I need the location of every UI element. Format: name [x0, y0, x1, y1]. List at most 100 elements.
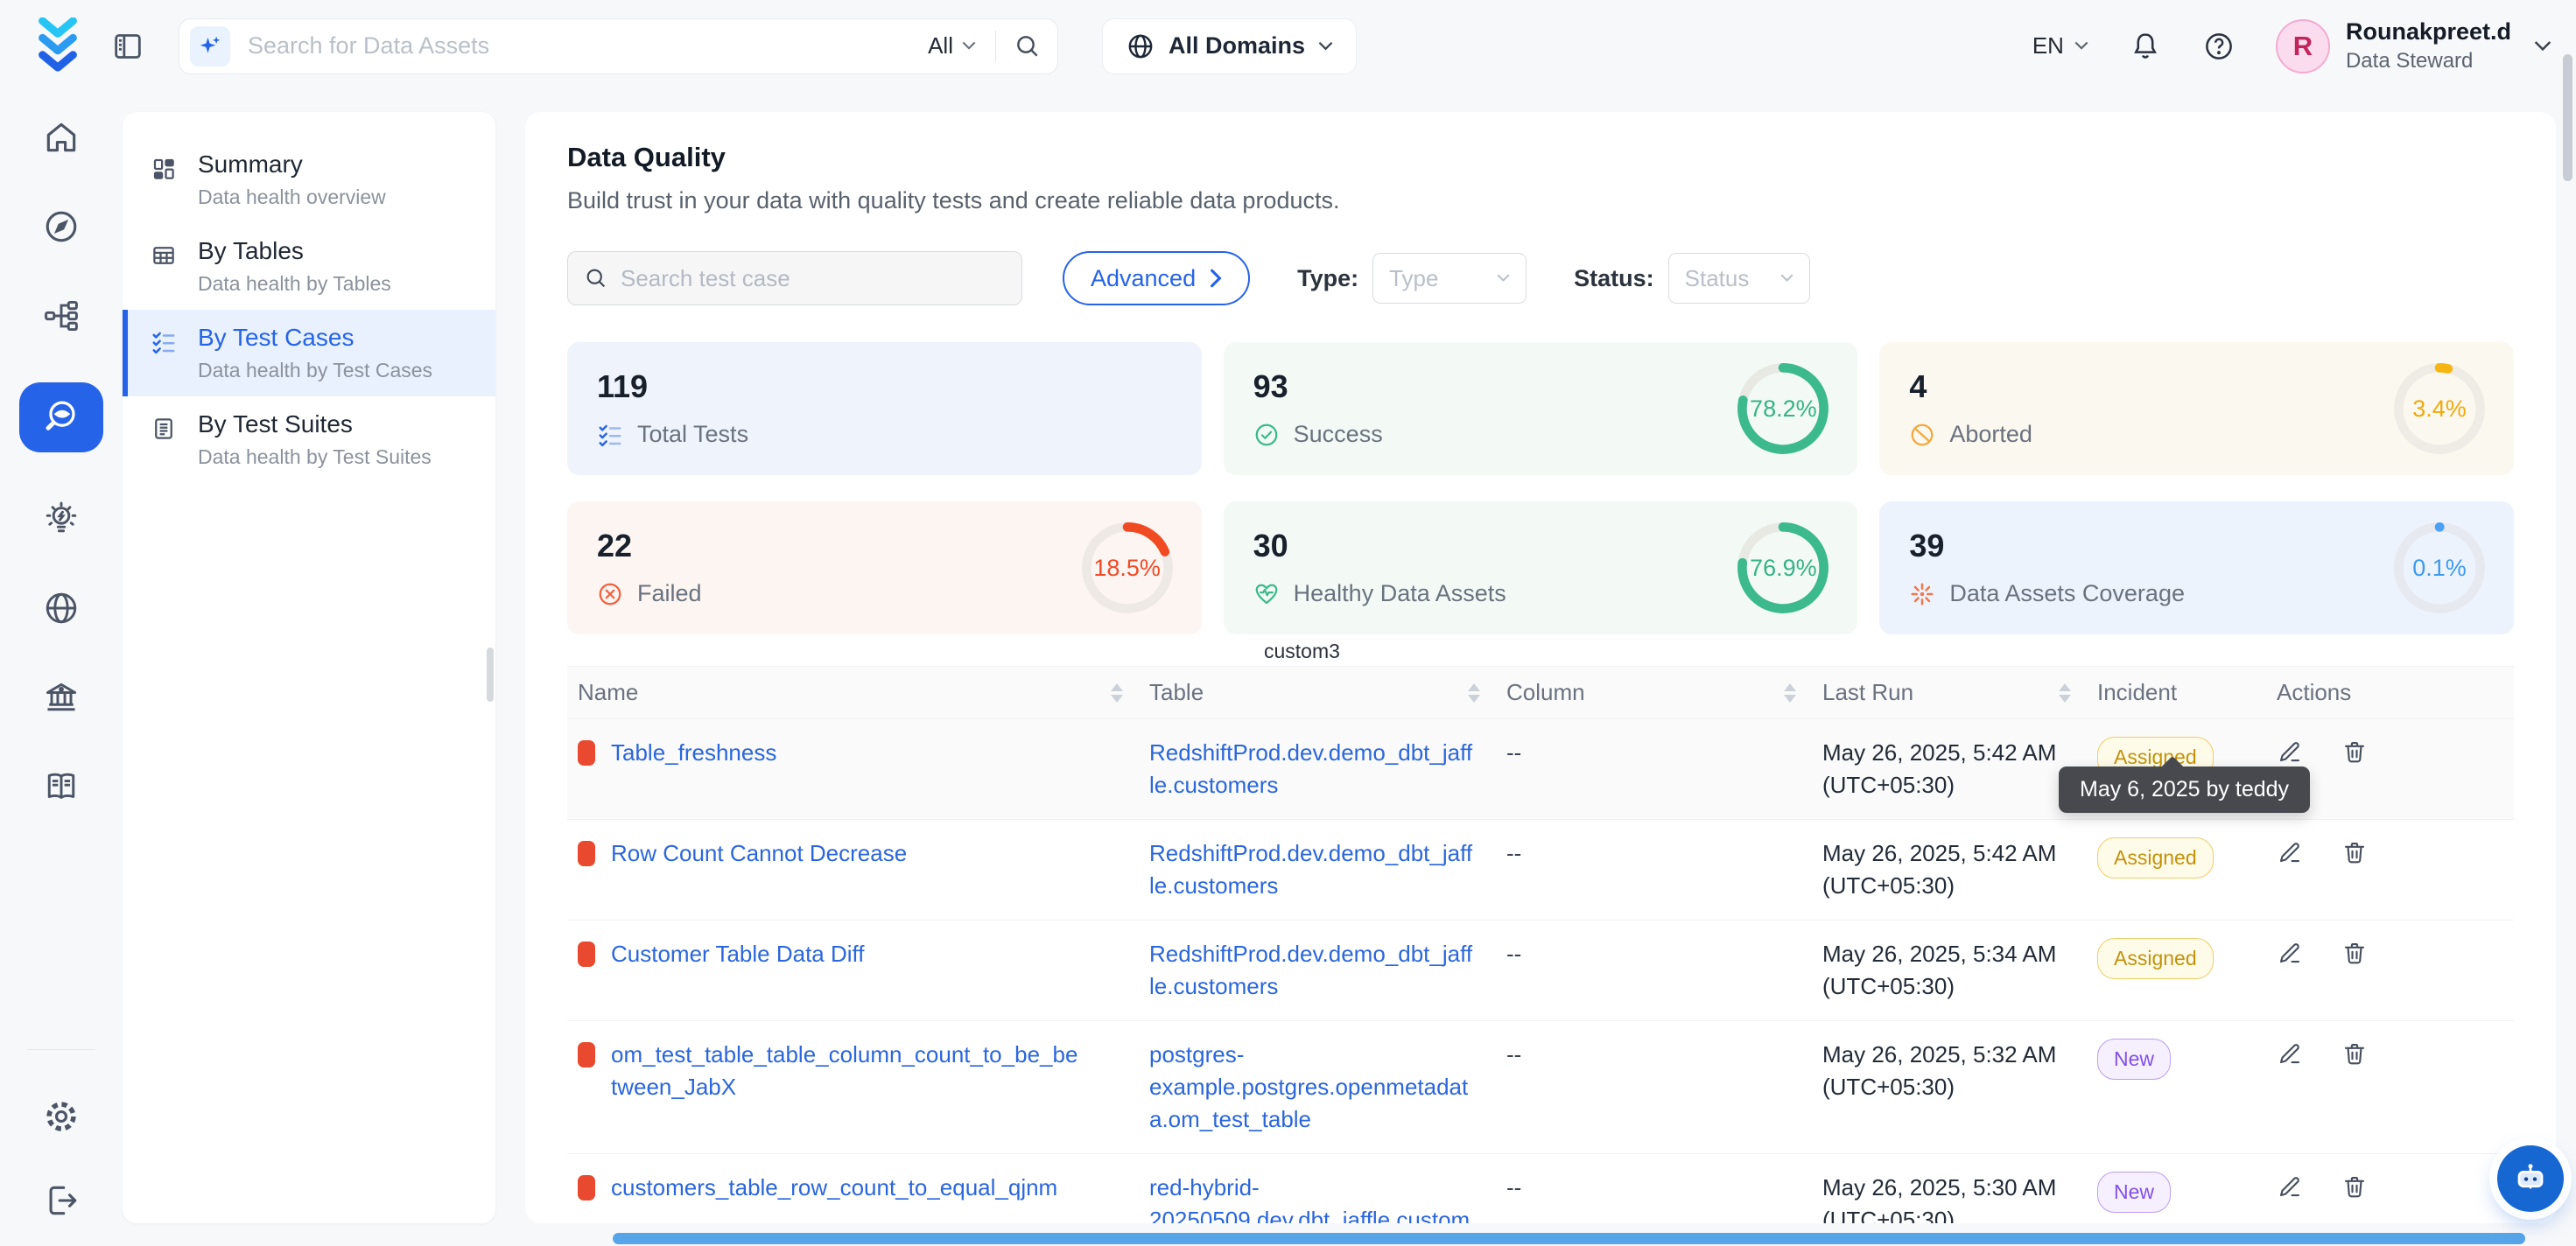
edit-button[interactable] — [2277, 839, 2303, 902]
open-book-icon — [42, 767, 81, 806]
incident-badge[interactable]: Assigned — [2097, 837, 2214, 878]
column-value: -- — [1496, 1021, 1812, 1153]
openmetadata-logo[interactable] — [26, 18, 89, 75]
sidebar-item-observability[interactable] — [19, 382, 103, 452]
delete-button[interactable] — [2341, 738, 2368, 802]
sort-button-table[interactable] — [1468, 683, 1480, 703]
table-link[interactable]: postgres-example.postgres.openmetadata.o… — [1149, 1039, 1477, 1136]
failed-status-chip — [578, 1175, 595, 1200]
chatbot-button[interactable] — [2497, 1145, 2564, 1212]
sort-button-name[interactable] — [1111, 683, 1123, 703]
user-menu-chevron[interactable] — [2534, 40, 2551, 52]
trash-icon — [2341, 940, 2368, 966]
table-row: customers_table_row_count_to_equal_qjnm … — [567, 1154, 2514, 1223]
notifications-button[interactable] — [2129, 30, 2162, 63]
incident-badge[interactable]: Assigned — [2097, 938, 2214, 979]
status-filter-select[interactable]: Status — [1668, 253, 1810, 304]
filter-bar: Advanced Type: Type Status: Status — [567, 251, 2514, 305]
sidebar-item-home[interactable] — [19, 115, 103, 160]
window-scrollbar[interactable] — [2563, 54, 2572, 181]
panel-scrollbar[interactable] — [487, 648, 494, 702]
slash-circle-icon — [1909, 422, 1935, 448]
sidebar-item-governance[interactable] — [19, 675, 103, 720]
sidebar-item-domains[interactable] — [19, 585, 103, 631]
divider — [995, 31, 996, 62]
incident-badge[interactable]: New — [2097, 1172, 2171, 1213]
table-row: om_test_table_table_column_count_to_be_b… — [567, 1021, 2514, 1154]
ai-sparkle-icon[interactable] — [190, 26, 230, 66]
nav-item-subtitle: Data health overview — [198, 186, 386, 209]
sidebar-item-glossary[interactable] — [19, 764, 103, 809]
table-link[interactable]: RedshiftProd.dev.demo_dbt_jaffle.custome… — [1149, 938, 1477, 1003]
sort-button-column[interactable] — [1784, 683, 1796, 703]
language-dropdown[interactable]: EN — [2032, 32, 2088, 60]
user-menu[interactable]: Rounakpreet.d Data Steward — [2346, 18, 2511, 74]
ring-percent: 78.2% — [1737, 362, 1829, 455]
table-link[interactable]: RedshiftProd.dev.demo_dbt_jaffle.custome… — [1149, 737, 1477, 802]
sidebar-item-logout[interactable] — [19, 1178, 103, 1223]
sidebar-item-explore[interactable] — [19, 204, 103, 249]
question-circle-icon — [2202, 30, 2236, 63]
avatar[interactable]: R — [2276, 19, 2330, 74]
horizontal-scrollbar[interactable] — [613, 1233, 2525, 1244]
table-link[interactable]: RedshiftProd.dev.demo_dbt_jaffle.custome… — [1149, 837, 1477, 902]
trash-icon — [2341, 1173, 2368, 1200]
domains-dropdown[interactable]: All Domains — [1102, 18, 1357, 74]
edit-button[interactable] — [2277, 940, 2303, 1003]
help-button[interactable] — [2202, 30, 2236, 63]
nav-item-by-test-suites[interactable]: By Test Suites Data health by Test Suite… — [123, 396, 495, 483]
card-aborted: 4 Aborted 3.4% — [1879, 342, 2514, 475]
last-run-value: May 26, 2025, 5:42 AM (UTC+05:30) — [1812, 820, 2081, 920]
card-data-assets-coverage: 39 Data Assets Coverage 0.1% — [1879, 501, 2514, 634]
test-case-search-input[interactable] — [621, 265, 1006, 292]
pencil-icon — [2277, 839, 2303, 865]
search-scope-value: All — [928, 32, 953, 60]
test-case-link[interactable]: Customer Table Data Diff — [611, 938, 865, 970]
sidebar-item-settings[interactable] — [19, 1094, 103, 1139]
sort-button-last-run[interactable] — [2059, 683, 2071, 703]
nav-item-by-test-cases[interactable]: By Test Cases Data health by Test Cases — [123, 310, 495, 396]
nav-item-summary[interactable]: Summary Data health overview — [123, 136, 495, 223]
search-input[interactable] — [230, 32, 928, 60]
trash-icon — [2341, 839, 2368, 865]
collapse-panel-icon — [110, 29, 145, 64]
edit-button[interactable] — [2277, 1173, 2303, 1223]
table-link[interactable]: red-hybrid-20250509.dev.dbt_jaffle.custo… — [1149, 1172, 1477, 1223]
incident-badge[interactable]: New — [2097, 1039, 2171, 1080]
advanced-filter-button[interactable]: Advanced — [1063, 251, 1250, 305]
card-label-text: Failed — [637, 580, 702, 607]
page-title: Data Quality — [567, 142, 2514, 173]
chevron-right-icon — [1210, 269, 1222, 288]
test-case-link[interactable]: om_test_table_table_column_count_to_be_b… — [611, 1039, 1084, 1103]
x-circle-icon — [597, 581, 623, 607]
card-value: 119 — [597, 368, 1172, 405]
nav-item-subtitle: Data health by Test Suites — [198, 445, 432, 469]
sidebar-item-insights[interactable] — [19, 496, 103, 542]
test-case-link[interactable]: customers_table_row_count_to_equal_qjnm — [611, 1172, 1057, 1204]
delete-button[interactable] — [2341, 1173, 2368, 1223]
type-filter-select[interactable]: Type — [1372, 253, 1527, 304]
delete-button[interactable] — [2341, 839, 2368, 902]
type-filter-label: Type: — [1297, 265, 1358, 292]
quality-search-eye-icon — [41, 397, 81, 438]
search-scope-dropdown[interactable]: All — [928, 32, 995, 60]
sidebar-collapse-button[interactable] — [110, 29, 145, 64]
column-header-table: Table — [1149, 679, 1204, 706]
table-row: Row Count Cannot Decrease RedshiftProd.d… — [567, 820, 2514, 920]
checklist-icon — [597, 422, 623, 448]
ring-percent: 76.9% — [1737, 522, 1829, 614]
column-header-last-run: Last Run — [1822, 679, 1913, 706]
user-name: Rounakpreet.d — [2346, 18, 2511, 46]
card-failed: 22 Failed 18.5% — [567, 501, 1202, 634]
delete-button[interactable] — [2341, 1040, 2368, 1136]
sidebar-item-lineage[interactable] — [19, 293, 103, 339]
search-icon[interactable] — [1014, 32, 1042, 60]
test-case-link[interactable]: Row Count Cannot Decrease — [611, 837, 907, 870]
edit-button[interactable] — [2277, 1040, 2303, 1136]
test-case-link[interactable]: Table_freshness — [611, 737, 776, 769]
failed-status-chip — [578, 740, 595, 766]
card-healthy-data-assets: 30 Healthy Data Assets 76.9% — [1224, 501, 1858, 634]
delete-button[interactable] — [2341, 940, 2368, 1003]
logout-icon — [42, 1181, 81, 1220]
nav-item-by-tables[interactable]: By Tables Data health by Tables — [123, 223, 495, 310]
